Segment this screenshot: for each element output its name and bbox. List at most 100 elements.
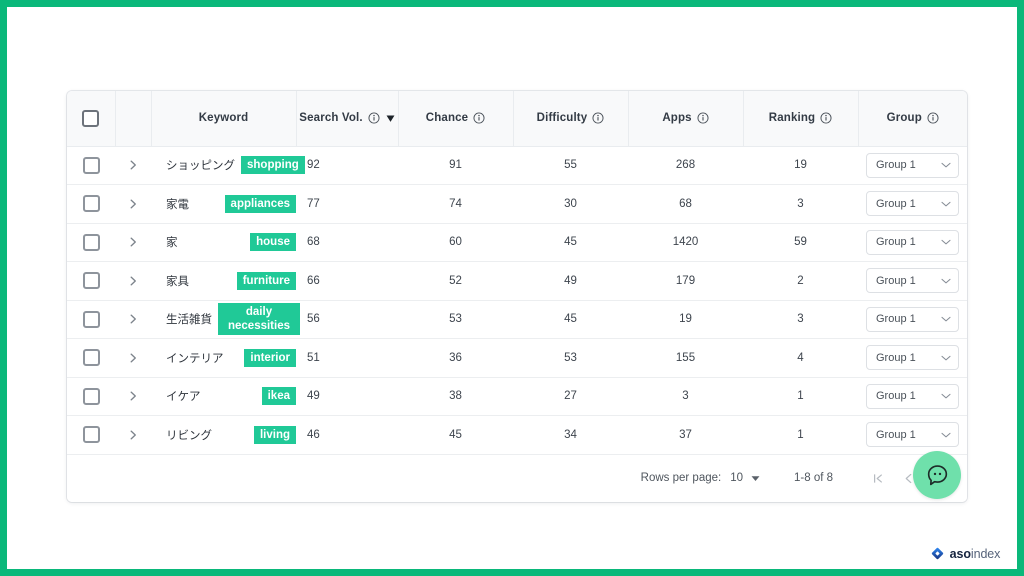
row-chance-cell: 38 <box>398 377 513 416</box>
table-row[interactable]: 家 house 68 60 45 1420 59 Group 1 <box>67 223 967 262</box>
row-group-cell: Group 1 <box>858 146 967 185</box>
row-chance-cell: 53 <box>398 300 513 339</box>
row-select-cell <box>67 415 115 455</box>
row-apps-cell: 37 <box>628 415 743 455</box>
row-chance-cell: 91 <box>398 146 513 185</box>
table-row[interactable]: インテリア interior 51 36 53 155 4 Group 1 <box>67 338 967 378</box>
header-label-chance: Chance <box>425 112 469 125</box>
chevron-right-icon[interactable] <box>125 273 141 289</box>
table-row[interactable]: 家具 furniture 66 52 49 179 2 Group 1 <box>67 261 967 301</box>
header-cell-search-vol[interactable]: Search Vol. <box>296 91 399 147</box>
row-difficulty-cell: 49 <box>513 261 628 301</box>
header-cell-select-all <box>67 91 116 147</box>
row-ranking-cell: 3 <box>743 300 858 339</box>
info-icon[interactable] <box>820 112 832 124</box>
group-select[interactable]: Group 1 <box>866 152 959 178</box>
keyword-text: 家具 <box>166 275 189 288</box>
row-expand-cell <box>115 261 151 301</box>
keyword-text: リビング <box>166 429 212 442</box>
row-select-cell <box>67 338 115 378</box>
row-checkbox[interactable] <box>82 426 100 444</box>
chevron-down-icon <box>941 430 951 440</box>
header-cell-keyword[interactable]: Keyword <box>151 91 297 147</box>
chevron-right-icon[interactable] <box>125 196 141 212</box>
row-chance-cell: 60 <box>398 223 513 262</box>
row-keyword-cell: 家電 appliances <box>151 184 296 224</box>
brand-name-light: index <box>970 546 1001 561</box>
row-select-cell <box>67 300 115 339</box>
row-group-cell: Group 1 <box>858 223 967 262</box>
chevron-right-icon[interactable] <box>125 157 141 173</box>
row-ranking-cell: 3 <box>743 184 858 224</box>
row-checkbox[interactable] <box>82 156 100 174</box>
row-checkbox[interactable] <box>82 195 100 213</box>
header-cell-difficulty[interactable]: Difficulty <box>513 91 629 147</box>
header-label-ranking: Ranking <box>768 112 816 125</box>
group-select[interactable]: Group 1 <box>866 345 959 371</box>
row-checkbox[interactable] <box>82 310 100 328</box>
table-row[interactable]: 生活雑貨 daily necessities 56 53 45 19 3 Group 1 <box>67 300 967 339</box>
header-cell-chance[interactable]: Chance <box>398 91 514 147</box>
info-icon[interactable] <box>927 112 939 124</box>
group-select[interactable]: Group 1 <box>866 268 959 294</box>
rows-per-page-selector[interactable]: 10 <box>730 472 760 484</box>
info-icon[interactable] <box>368 112 380 124</box>
row-search-vol-cell: 56 <box>296 300 398 339</box>
group-select[interactable]: Group 1 <box>866 383 959 409</box>
info-icon[interactable] <box>473 112 485 124</box>
first-page-icon[interactable] <box>863 463 893 493</box>
row-keyword-cell: 家 house <box>151 223 296 262</box>
chevron-right-icon[interactable] <box>125 234 141 250</box>
chevron-down-icon <box>941 199 951 209</box>
chevron-down-icon <box>941 314 951 324</box>
row-group-cell: Group 1 <box>858 300 967 339</box>
table-row[interactable]: イケア ikea 49 38 27 3 1 Group 1 <box>67 377 967 416</box>
chevron-right-icon[interactable] <box>125 311 141 327</box>
chevron-right-icon[interactable] <box>125 427 141 443</box>
group-select[interactable]: Group 1 <box>866 229 959 255</box>
group-select[interactable]: Group 1 <box>866 422 959 448</box>
row-group-cell: Group 1 <box>858 184 967 224</box>
row-chance-cell: 52 <box>398 261 513 301</box>
row-search-vol-cell: 77 <box>296 184 398 224</box>
row-select-cell <box>67 146 115 185</box>
group-select[interactable]: Group 1 <box>866 306 959 332</box>
group-select[interactable]: Group 1 <box>866 191 959 217</box>
row-keyword-cell: 家具 furniture <box>151 261 296 301</box>
keyword-translation-tag: daily necessities <box>218 303 300 336</box>
row-checkbox[interactable] <box>82 349 100 367</box>
table-row[interactable]: 家電 appliances 77 74 30 68 3 Group 1 <box>67 184 967 224</box>
select-all-checkbox[interactable] <box>82 109 100 127</box>
row-group-cell: Group 1 <box>858 415 967 455</box>
chevron-right-icon[interactable] <box>125 388 141 404</box>
header-cell-apps[interactable]: Apps <box>628 91 744 147</box>
header-cell-ranking[interactable]: Ranking <box>743 91 859 147</box>
row-expand-cell <box>115 300 151 339</box>
group-select-value: Group 1 <box>876 197 916 210</box>
row-ranking-cell: 1 <box>743 377 858 416</box>
chevron-down-icon <box>941 160 951 170</box>
row-select-cell <box>67 184 115 224</box>
keyword-table: Keyword Search Vol. Chance Difficulty Ap… <box>67 91 967 455</box>
row-expand-cell <box>115 184 151 224</box>
table-row[interactable]: ショッピング shopping 92 91 55 268 19 Group 1 <box>67 146 967 185</box>
row-search-vol-cell: 46 <box>296 415 398 455</box>
group-select-value: Group 1 <box>876 351 916 364</box>
keyword-translation-tag: living <box>253 425 296 444</box>
chat-widget-button[interactable] <box>913 451 961 499</box>
row-chance-cell: 45 <box>398 415 513 455</box>
header-cell-group[interactable]: Group <box>858 91 967 147</box>
info-icon[interactable] <box>592 112 604 124</box>
info-icon[interactable] <box>697 112 709 124</box>
row-checkbox[interactable] <box>82 387 100 405</box>
row-keyword-cell: リビング living <box>151 415 296 455</box>
row-select-cell <box>67 377 115 416</box>
row-checkbox[interactable] <box>82 233 100 251</box>
row-search-vol-cell: 92 <box>296 146 398 185</box>
row-apps-cell: 3 <box>628 377 743 416</box>
row-checkbox[interactable] <box>82 272 100 290</box>
sort-descending-icon[interactable] <box>386 114 395 123</box>
table-row[interactable]: リビング living 46 45 34 37 1 Group 1 <box>67 415 967 455</box>
row-ranking-cell: 1 <box>743 415 858 455</box>
chevron-right-icon[interactable] <box>125 350 141 366</box>
